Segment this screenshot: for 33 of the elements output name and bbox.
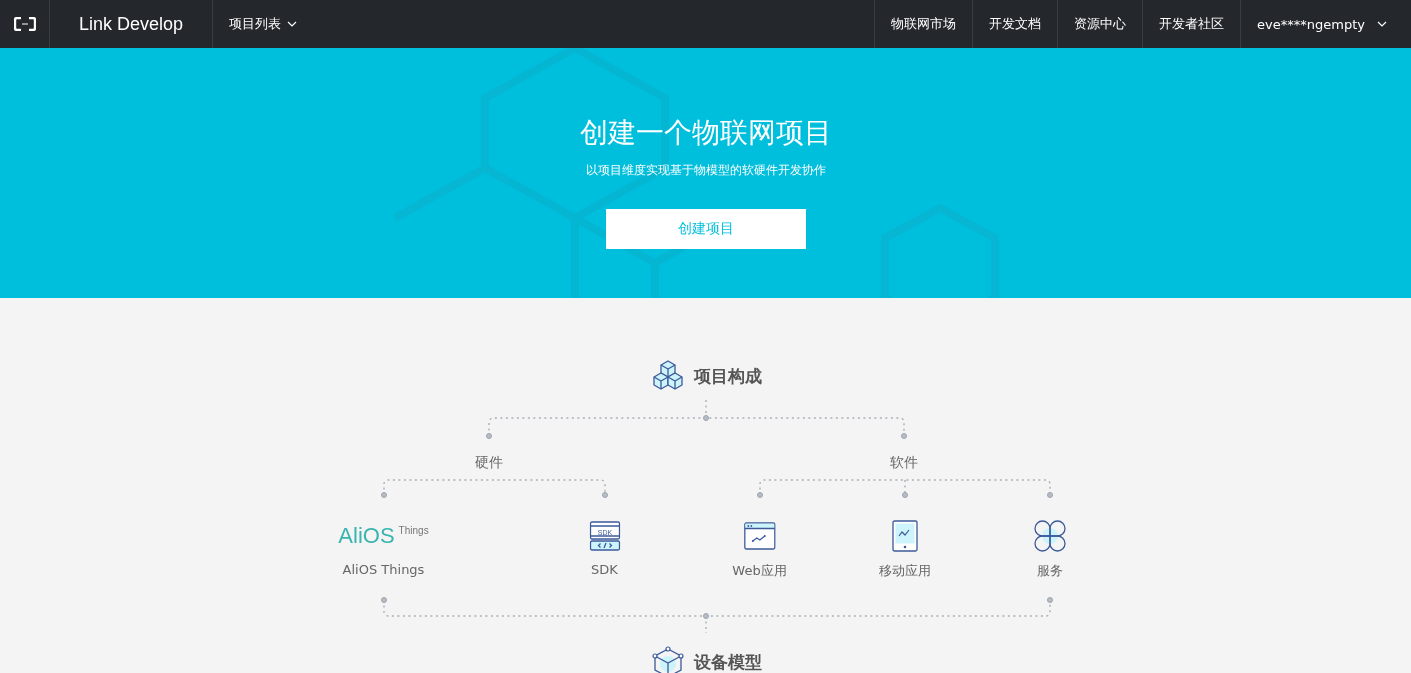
component-label: 服务: [1036, 562, 1063, 580]
brand-name[interactable]: Link Develop: [78, 13, 184, 35]
connector-dot: [1046, 492, 1053, 498]
caret-icon: [1377, 21, 1387, 27]
logo-icon[interactable]: [13, 17, 36, 31]
connector-dot: [601, 492, 608, 498]
connector-dot: [702, 415, 709, 421]
section-title: 设备模型: [693, 650, 762, 673]
connector-dot: [900, 433, 907, 439]
hero-subtitle: 以项目维度实现基于物模型的软硬件开发协作: [585, 162, 826, 179]
four-petal-icon: [1033, 520, 1066, 552]
hero-title: 创建一个物联网项目: [579, 115, 832, 151]
logo-superscript: Things: [398, 525, 429, 536]
connector-dot: [901, 492, 908, 498]
sdk-window-icon: [589, 521, 620, 551]
connector-dot: [485, 433, 492, 439]
connector-dot: [380, 492, 387, 498]
section-title: 项目构成: [693, 364, 762, 388]
group-label: 软件: [889, 454, 918, 472]
component-label: AliOS Things: [342, 562, 425, 577]
component-label: Web应用: [732, 562, 787, 580]
browser-chart-icon: [743, 522, 776, 550]
group-label: 硬件: [474, 454, 503, 472]
component-label: 移动应用: [878, 562, 931, 580]
component-label: SDK: [591, 562, 618, 577]
caret-icon: [287, 21, 297, 27]
connector-dot: [702, 613, 709, 619]
connector-dot: [756, 492, 763, 498]
project-list-menu[interactable]: 项目列表: [213, 0, 313, 48]
connector-dot: [380, 597, 387, 603]
tablet-chart-icon: [891, 520, 918, 552]
connector-dot: [1046, 597, 1053, 603]
logo-text: AliOS: [338, 525, 395, 547]
